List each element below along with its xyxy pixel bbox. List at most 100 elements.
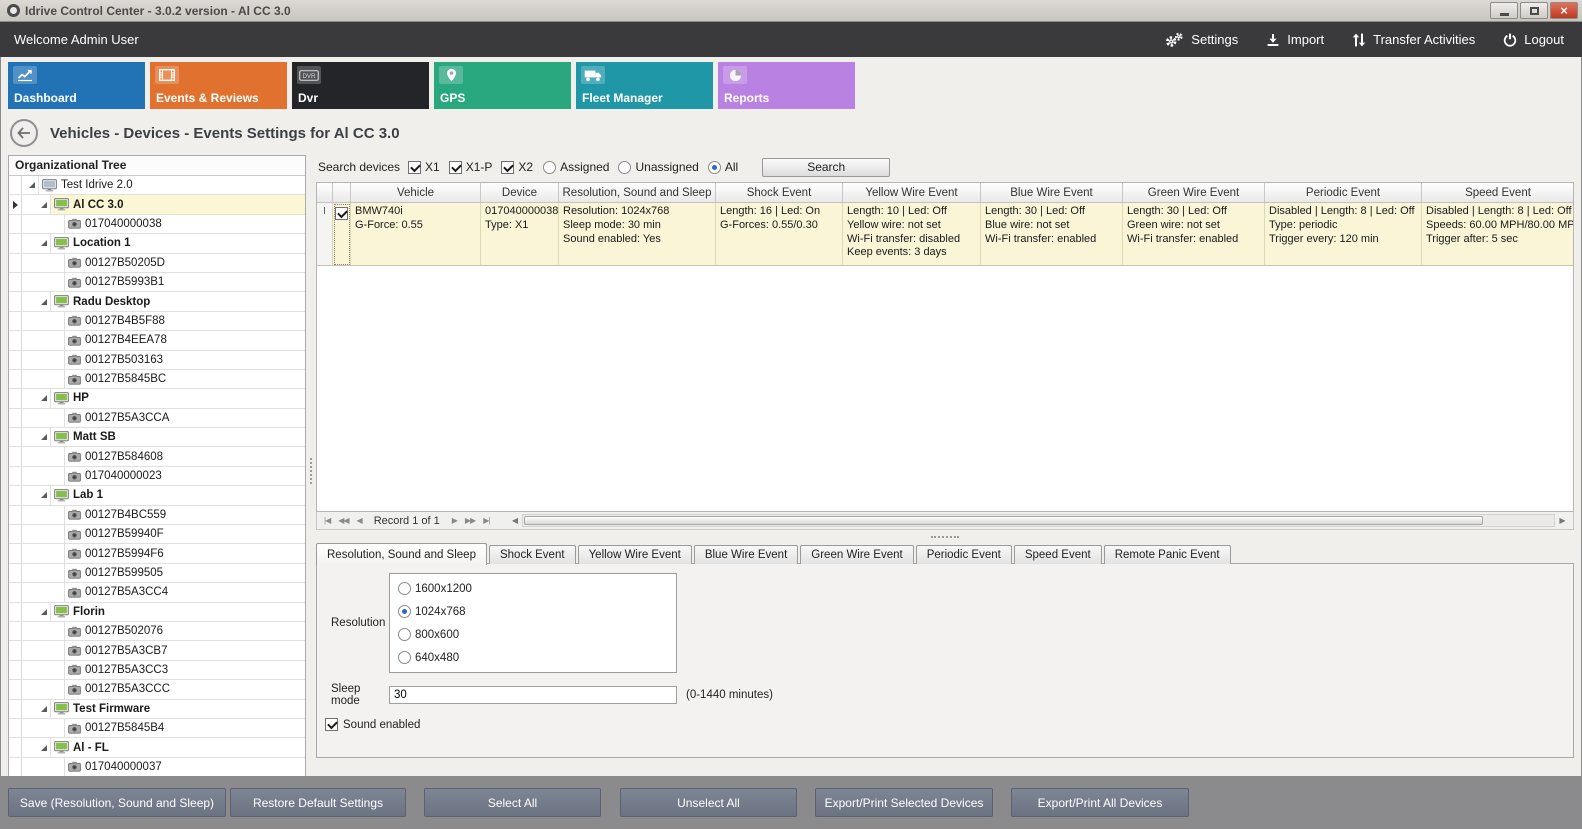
last-record-icon[interactable]: ▶| (479, 516, 493, 525)
grid-settings-splitter[interactable] (316, 531, 1574, 542)
search-button[interactable]: Search (762, 158, 890, 177)
tab-shock-event[interactable]: Shock Event (489, 545, 576, 564)
column-header-device[interactable]: Device (481, 183, 559, 202)
expand-collapse-icon[interactable] (41, 609, 47, 615)
expand-collapse-icon[interactable] (41, 745, 47, 751)
button-unselect-all[interactable]: Unselect All (620, 788, 797, 817)
resolution-option-1600x1200[interactable]: 1600x1200 (398, 582, 676, 595)
grid-cell-blue-wire-event[interactable]: Length: 30 | Led: Off Blue wire: not set… (981, 203, 1123, 266)
tree-node-root[interactable]: Test Idrive 2.0 (38, 176, 305, 194)
expand-collapse-icon[interactable] (29, 182, 35, 188)
button-export-print-selected-devices[interactable]: Export/Print Selected Devices (815, 788, 993, 817)
tree-device-00127B4B5F88[interactable]: 00127B4B5F88 (64, 312, 305, 330)
nav-tile-fleet-manager[interactable]: Fleet Manager (576, 62, 713, 109)
close-button[interactable]: × (1550, 2, 1578, 19)
button-select-all[interactable]: Select All (424, 788, 601, 817)
grid-horizontal-scrollbar[interactable]: ◀ ▶ (507, 514, 1570, 528)
back-button[interactable] (10, 119, 38, 147)
column-header-shock-event[interactable]: Shock Event (716, 183, 843, 202)
radio-1024x768[interactable] (398, 605, 411, 618)
sound-enabled-row[interactable]: Sound enabled (325, 718, 1573, 731)
scrollbar-track[interactable] (522, 514, 1555, 527)
button-export-print-all-devices[interactable]: Export/Print All Devices (1011, 788, 1189, 817)
tree-device-00127B599505[interactable]: 00127B599505 (64, 564, 305, 582)
column-header-vehicle[interactable]: Vehicle (351, 183, 481, 202)
tree-device-00127B5845B4[interactable]: 00127B5845B4 (64, 719, 305, 737)
prev-record-icon[interactable]: ◀ (353, 516, 366, 525)
tree-main-splitter[interactable] (306, 155, 316, 787)
minimize-button[interactable] (1490, 2, 1518, 19)
column-header-yellow-wire-event[interactable]: Yellow Wire Event (843, 183, 981, 202)
button-save-resolution-sound-and-sleep[interactable]: Save (Resolution, Sound and Sleep) (8, 788, 226, 817)
grid-row[interactable]: IBMW740i G-Force: 0.55017040000038 Type:… (317, 203, 1573, 266)
grid-cell-periodic-event[interactable]: Disabled | Length: 8 | Led: Off Type: pe… (1265, 203, 1422, 266)
tree-device-00127B50205D[interactable]: 00127B50205D (64, 254, 305, 272)
tree-device-017040000023[interactable]: 017040000023 (64, 467, 305, 485)
tab-green-wire-event[interactable]: Green Wire Event (800, 545, 913, 564)
top-action-logout[interactable]: Logout (1503, 32, 1564, 47)
tree-device-00127B502076[interactable]: 00127B502076 (64, 622, 305, 640)
tree-device-00127B4BC559[interactable]: 00127B4BC559 (64, 506, 305, 524)
tree-node-al-cc-3-0[interactable]: Al CC 3.0 (50, 195, 305, 213)
tab-speed-event[interactable]: Speed Event (1014, 545, 1102, 564)
tree-device-00127B5A3CCA[interactable]: 00127B5A3CCA (64, 409, 305, 427)
resolution-option-640x480[interactable]: 640x480 (398, 651, 676, 664)
tree-device-017040000037[interactable]: 017040000037 (64, 758, 305, 776)
radio-640x480[interactable] (398, 651, 411, 664)
radio-all[interactable] (708, 161, 721, 174)
top-action-import[interactable]: Import (1266, 32, 1324, 47)
tab-resolution-sound-and-sleep[interactable]: Resolution, Sound and Sleep (316, 543, 487, 565)
expand-collapse-icon[interactable] (41, 706, 47, 712)
filter-x1[interactable]: X1 (408, 160, 440, 174)
tree-device-00127B503163[interactable]: 00127B503163 (64, 351, 305, 369)
checkbox-x1[interactable] (408, 161, 421, 174)
grid-cell-green-wire-event[interactable]: Length: 30 | Led: Off Green wire: not se… (1123, 203, 1265, 266)
first-record-icon[interactable]: |◀ (320, 516, 334, 525)
filter-all[interactable]: All (708, 160, 738, 174)
column-header-green-wire-event[interactable]: Green Wire Event (1123, 183, 1265, 202)
tab-blue-wire-event[interactable]: Blue Wire Event (694, 545, 798, 564)
tree-node-lab-1[interactable]: Lab 1 (50, 486, 305, 504)
grid-cell-device[interactable]: 017040000038 Type: X1 (481, 203, 559, 266)
radio-800x600[interactable] (398, 628, 411, 641)
grid-cell-vehicle[interactable]: BMW740i G-Force: 0.55 (351, 203, 481, 266)
tree-node-test-firmware[interactable]: Test Firmware (50, 700, 305, 718)
tree-device-00127B5845BC[interactable]: 00127B5845BC (64, 370, 305, 388)
top-action-transfer-activities[interactable]: Transfer Activities (1352, 32, 1475, 47)
filter-x2[interactable]: X2 (501, 160, 533, 174)
nav-tile-gps[interactable]: GPS (434, 62, 571, 109)
grid-cell-shock-event[interactable]: Length: 16 | Led: On G-Forces: 0.55/0.30 (716, 203, 843, 266)
row-select-checkbox[interactable] (335, 207, 348, 220)
expand-collapse-icon[interactable] (41, 492, 47, 498)
tree-device-00127B5A3CB7[interactable]: 00127B5A3CB7 (64, 641, 305, 659)
tree-node-matt-sb[interactable]: Matt SB (50, 428, 305, 446)
column-header-blue-wire-event[interactable]: Blue Wire Event (981, 183, 1123, 202)
tree-node-al-fl[interactable]: Al - FL (50, 738, 305, 756)
radio-assigned[interactable] (543, 161, 556, 174)
tree-device-017040000038[interactable]: 017040000038 (64, 215, 305, 233)
column-header-resolution-sound-and-sleep[interactable]: Resolution, Sound and Sleep (559, 183, 716, 202)
filter-assigned[interactable]: Assigned (543, 160, 609, 174)
grid-cell-resolution-sound-and-sleep[interactable]: Resolution: 1024x768 Sleep mode: 30 min … (559, 203, 716, 266)
column-header-periodic-event[interactable]: Periodic Event (1265, 183, 1422, 202)
nav-tile-dashboard[interactable]: Dashboard (8, 62, 145, 109)
grid-cell-yellow-wire-event[interactable]: Length: 10 | Led: Off Yellow wire: not s… (843, 203, 981, 266)
tree-device-00127B5A3CC3[interactable]: 00127B5A3CC3 (64, 661, 305, 679)
sleep-mode-input[interactable] (389, 686, 677, 704)
tree-device-00127B5A3CCC[interactable]: 00127B5A3CCC (64, 680, 305, 698)
prev-page-icon[interactable]: ◀◀ (334, 516, 352, 525)
button-restore-default-settings[interactable]: Restore Default Settings (230, 788, 406, 817)
tree-device-00127B5994F6[interactable]: 00127B5994F6 (64, 544, 305, 562)
tab-periodic-event[interactable]: Periodic Event (916, 545, 1012, 564)
expand-collapse-icon[interactable] (41, 299, 47, 305)
tree-node-location-1[interactable]: Location 1 (50, 234, 305, 252)
checkbox-x2[interactable] (501, 161, 514, 174)
expand-collapse-icon[interactable] (41, 202, 47, 208)
scroll-right-icon[interactable]: ▶ (1555, 516, 1570, 525)
nav-tile-dvr[interactable]: DVRDvr (292, 62, 429, 109)
expand-collapse-icon[interactable] (41, 240, 47, 246)
maximize-button[interactable] (1520, 2, 1548, 19)
filter-x1-p[interactable]: X1-P (449, 160, 493, 174)
tree-device-00127B59940F[interactable]: 00127B59940F (64, 525, 305, 543)
scroll-left-icon[interactable]: ◀ (507, 516, 522, 525)
